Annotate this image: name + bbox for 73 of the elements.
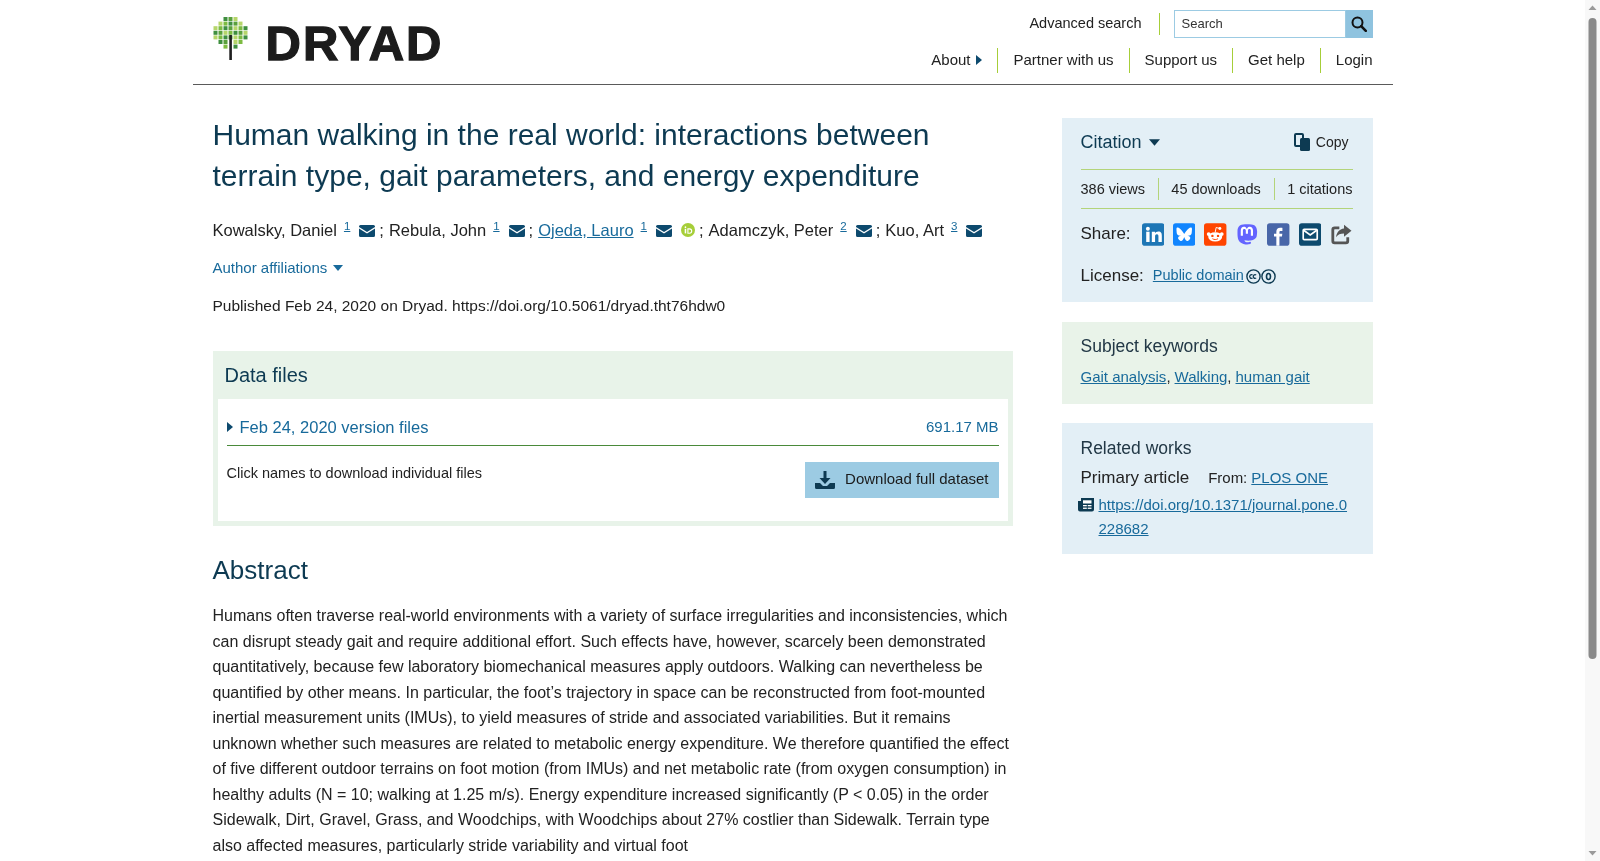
nav-link[interactable]: Get help (1233, 48, 1320, 72)
nav-link[interactable]: Partner with us (998, 48, 1129, 72)
license-link[interactable]: Public domain (1152, 265, 1276, 287)
download-icon (815, 470, 836, 489)
share-label: Share: (1080, 223, 1131, 246)
publication-info: Published Feb 24, 2020 on Dryad. https://doi.org/10.5061/dryad.tht76hdw0 (212, 296, 727, 316)
panel-heading: Data files (223, 363, 309, 388)
envelope-icon[interactable] (656, 225, 672, 237)
panel-heading: Related works (1080, 437, 1193, 460)
author-name: Rebula, John (388, 221, 487, 239)
author-separator: ; (875, 221, 881, 239)
source-link[interactable]: PLOS ONE (1251, 466, 1328, 490)
search-icon (1351, 15, 1367, 32)
butterfly-icon[interactable] (1173, 222, 1196, 246)
caret-right-icon (976, 55, 983, 65)
copy-button[interactable]: Copy (1293, 131, 1353, 153)
nav-menu-link[interactable]: About (916, 48, 998, 72)
envelope-icon[interactable] (508, 225, 525, 237)
author-name: Kuo, Art (885, 221, 944, 239)
envelope-icon[interactable] (1298, 222, 1322, 246)
alien-face-icon[interactable] (1204, 222, 1227, 246)
scrollbar[interactable] (1585, 0, 1600, 861)
author-separator: ; (528, 221, 534, 239)
newspaper-icon (1077, 498, 1094, 512)
metric-count: 386 views (1080, 180, 1145, 199)
keyword-link[interactable]: Gait analysis (1080, 368, 1167, 385)
abstract-text: Humans often traverse real-world environments with a variety of surface irregularities and inconsistencies, which can disrupt steady gait and require additional effort. Such effects have, however, scarcely been demonstrated quantitatively, because few laboratory biomechanical measures apply outdoors. Walking can nevertheless be quantified by other means. In particular, the foot’s trajectory in space can be reconstructed from foot-mounted inertial measurement units (IMUs), to yield measures of stride and associated variabilities. But it remains unknown whether such measures are related to metabolic energy expenditure. We therefore quantified the effect of five different outdoor terrains on foot motion (from IMUs) and net metabolic rate (from oxygen consumption) in healthy adults (N = 10; walking at 1.25 m/s). Energy expenditure increased significantly (P < 0.05) in the order Sidewalk, Dirt, Gravel, Grass, and Woodchips, with Woodchips about 27% costlier than Sidewalk. Terrain type also affected measures, particularly stride variability and virtual foot (212, 606, 1010, 856)
affiliation-link[interactable]: 1 (493, 220, 500, 232)
dataset-title: Human walking in the real world: interactions between terrain type, gait parameters, and energy expenditure (212, 117, 931, 194)
in-logo-icon[interactable] (1141, 222, 1164, 246)
author-link[interactable]: Ojeda, Lauro (538, 221, 634, 239)
metric-count: 45 downloads (1171, 180, 1261, 199)
section-heading: Abstract (212, 554, 309, 586)
author-name: Kowalsky, Daniel (212, 221, 337, 239)
file-size: 691.17 MB (925, 417, 999, 437)
share-arrow-icon[interactable] (1330, 222, 1353, 246)
author-affiliations-toggle[interactable]: Author affiliations (212, 257, 344, 279)
logo-link[interactable]: DRYAD (212, 19, 444, 67)
citation-toggle[interactable]: Citation (1080, 128, 1160, 156)
nav-link[interactable]: Support us (1129, 48, 1233, 72)
keyword-separator: , (1227, 368, 1232, 385)
tree-logo-icon (212, 17, 249, 60)
search-field[interactable]: Search (1173, 9, 1346, 38)
affiliation-link[interactable]: 2 (840, 220, 847, 232)
license-label: License: (1080, 265, 1144, 288)
affiliation-link[interactable]: 1 (640, 220, 647, 232)
download-dataset-button[interactable]: Download full dataset (805, 461, 999, 498)
author-separator: ; (699, 221, 704, 239)
caret-down-icon (333, 265, 344, 271)
doi-link[interactable]: https://doi.org/10.1371/journal.pone.0228682 (1098, 493, 1354, 541)
work-type: Primary article (1080, 467, 1190, 489)
caret-down-icon (1148, 138, 1160, 146)
keyword-link[interactable]: human gait (1235, 368, 1310, 385)
envelope-icon[interactable] (855, 225, 872, 237)
affiliation-link[interactable]: 3 (951, 220, 958, 232)
metric-count: 1 citations (1287, 180, 1353, 199)
author-name: Adamczyk, Peter (708, 221, 834, 239)
source-label: From: (1208, 468, 1248, 488)
affiliation-link[interactable]: 1 (343, 220, 351, 232)
version-toggle[interactable]: Feb 24, 2020 version files (226, 416, 429, 439)
envelope-icon[interactable] (966, 225, 983, 237)
author-separator: ; (379, 221, 384, 239)
envelope-icon[interactable] (359, 225, 376, 237)
keyword-separator: , (1166, 368, 1171, 385)
f-logo-icon[interactable] (1267, 222, 1290, 246)
panel-heading: Subject keywords (1080, 335, 1219, 358)
m-logo-icon[interactable] (1235, 222, 1259, 246)
cc-zero-icon (1245, 268, 1276, 284)
advanced-search-link[interactable]: Advanced search (1029, 12, 1142, 35)
copy-icon (1293, 133, 1310, 151)
search-button[interactable] (1345, 9, 1373, 38)
nav-link[interactable]: Login (1320, 48, 1373, 72)
download-hint: Click names to download individual files (226, 463, 482, 483)
